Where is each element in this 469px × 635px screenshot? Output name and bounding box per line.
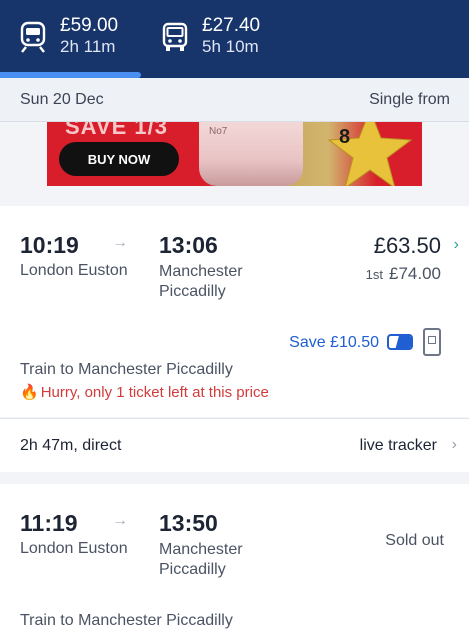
bus-icon <box>160 20 190 54</box>
travel-mode-bar: £59.00 2h 11m £27.40 5h 10m <box>0 0 469 78</box>
live-tracker-link[interactable]: live tracker <box>360 437 437 455</box>
arrival-station: Manchester Piccadilly <box>159 541 243 578</box>
low-availability-warning: 🔥 Hurry, only 1 ticket left at this price <box>20 383 269 401</box>
journey-details-row[interactable]: 2h 47m, direct live tracker › <box>0 418 469 472</box>
arrival-time: 13:50 <box>159 510 218 536</box>
train-destination: Train to Manchester Piccadilly <box>20 612 233 629</box>
ad-headline: SAVE 1/3 <box>65 122 168 139</box>
coach-duration: 5h 10m <box>202 37 259 56</box>
travel-date[interactable]: Sun 20 Dec <box>20 91 104 109</box>
star-graphic-icon <box>327 122 413 186</box>
standard-price[interactable]: £63.50 <box>374 233 441 259</box>
warning-text: Hurry, only 1 ticket left at this price <box>40 384 269 401</box>
departure-time: 10:19 <box>20 232 79 258</box>
train-duration: 2h 11m <box>60 37 116 56</box>
departure-time: 11:19 <box>20 510 78 536</box>
sold-out-label: Sold out <box>385 532 444 549</box>
train-icon <box>18 20 48 54</box>
railcard-icon <box>387 334 413 350</box>
arrow-right-icon: → <box>112 512 128 529</box>
journey-duration: 2h 47m, direct <box>20 437 122 454</box>
arrow-right-icon: → <box>112 234 128 251</box>
chevron-right-icon[interactable]: › <box>452 436 457 454</box>
railcard-saving: Save £10.50 <box>289 334 379 351</box>
coach-price: £27.40 <box>202 15 261 36</box>
journey-card[interactable]: 10:19 → 13:06 London Euston Manchester P… <box>0 206 469 417</box>
first-class-price: £74.00 <box>389 264 441 283</box>
journey-card[interactable]: 11:19 → 13:50 London Euston Manchester P… <box>0 484 469 635</box>
ad-buy-now-button[interactable]: BUY NOW <box>59 142 179 176</box>
train-mode-tab[interactable]: £59.00 2h 11m <box>18 16 118 58</box>
ad-banner[interactable]: SAVE 1/3 BUY NOW No7 8 <box>47 122 422 186</box>
mobile-ticket-icon <box>423 328 441 356</box>
fare-type-label: Single from <box>369 91 450 108</box>
first-class-label: 1st <box>365 267 383 282</box>
train-destination: Train to Manchester Piccadilly <box>20 361 233 378</box>
product-label: No7 <box>209 126 228 137</box>
date-bar: Sun 20 Dec Single from <box>0 78 469 122</box>
first-class-price-row[interactable]: 1st £74.00 <box>366 264 441 284</box>
flame-icon: 🔥 <box>20 384 39 401</box>
departure-station: London Euston <box>20 262 128 279</box>
chevron-right-icon[interactable]: › <box>454 236 459 254</box>
ad-star-number: 8 <box>339 126 351 148</box>
departure-station: London Euston <box>20 540 128 557</box>
arrival-time: 13:06 <box>159 232 218 258</box>
product-image: No7 <box>199 122 303 186</box>
arrival-station: Manchester Piccadilly <box>159 263 243 300</box>
train-price: £59.00 <box>60 15 119 36</box>
coach-mode-tab[interactable]: £27.40 5h 10m <box>160 16 260 58</box>
